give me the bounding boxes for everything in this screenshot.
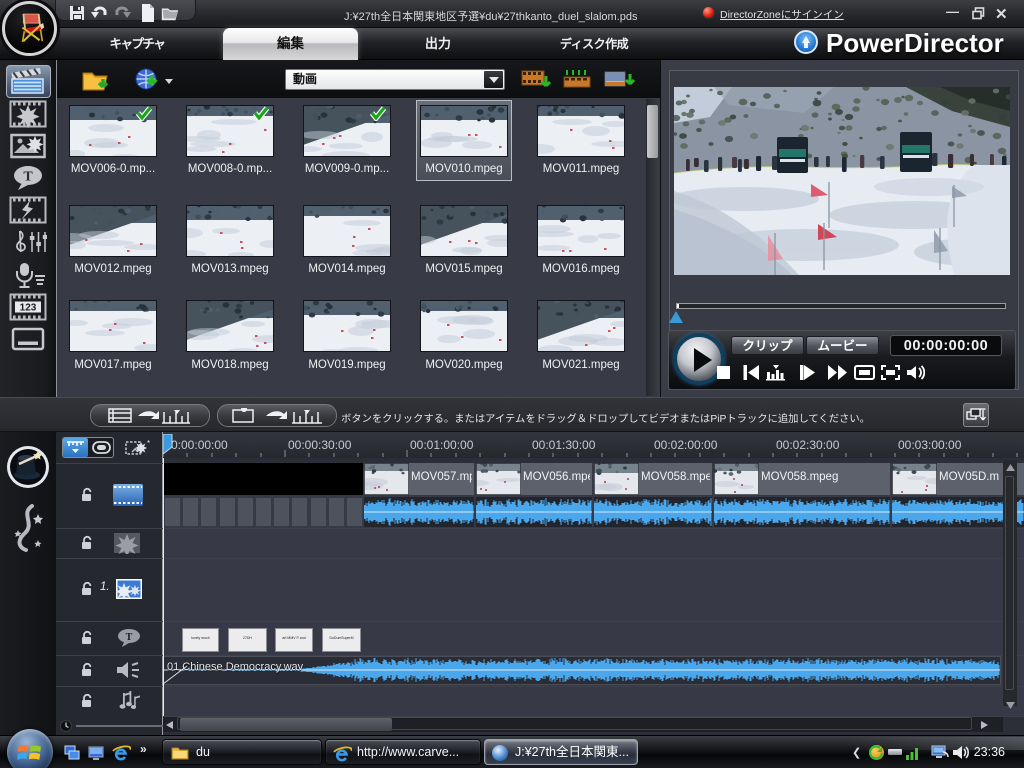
svg-text:T: T	[23, 170, 33, 185]
svg-text:123: 123	[20, 303, 37, 314]
svg-text:T: T	[126, 632, 133, 643]
svg-text:*: *	[147, 439, 150, 448]
